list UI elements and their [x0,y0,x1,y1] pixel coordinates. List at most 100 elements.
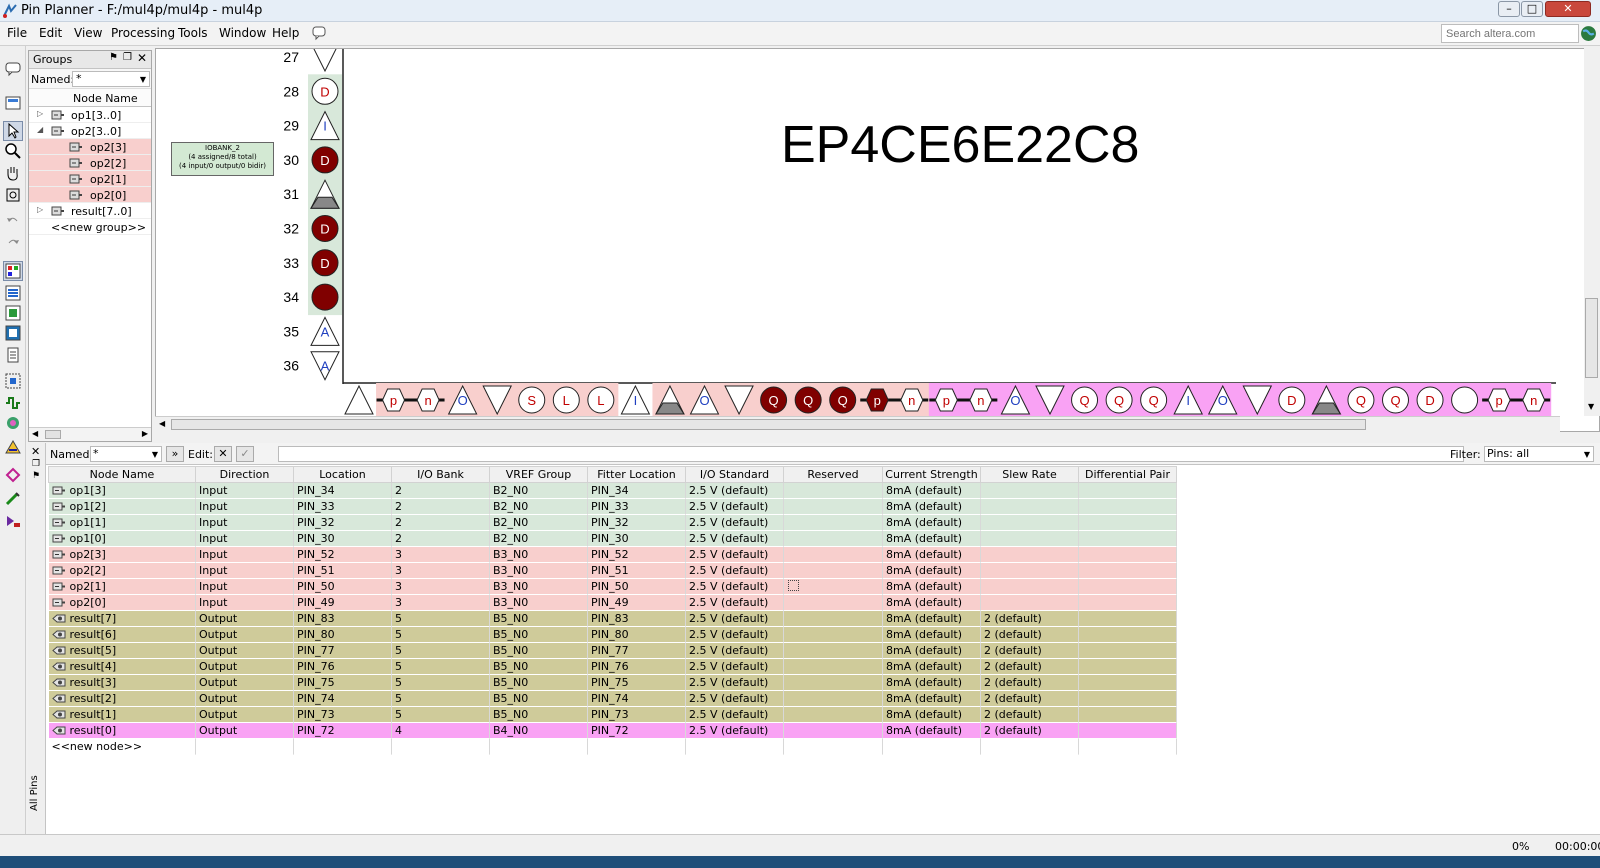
menu-window[interactable]: Window [219,26,266,40]
table-row[interactable]: result[7] Output PIN_83 5 B5_N0 PIN_83 2.5 V (… [48,610,1177,627]
table-cell[interactable] [980,578,1079,595]
table-cell[interactable] [1078,658,1177,675]
table-cell[interactable] [980,514,1079,531]
table-cell[interactable]: PIN_83 [587,610,686,627]
table-cell[interactable]: 8mA (default) [882,690,981,707]
table-cell[interactable]: op2[1] [48,578,196,595]
table-cell[interactable]: B5_N0 [489,690,588,707]
table-row[interactable]: result[3] Output PIN_75 5 B5_N0 PIN_75 2.5 V (… [48,674,1177,691]
table-cell[interactable] [391,738,490,755]
group-item[interactable]: ◢ op2[3..0] [29,123,151,139]
table-cell[interactable]: Output [195,658,294,675]
table-cell[interactable]: PIN_80 [587,626,686,643]
table-cell[interactable]: Input [195,498,294,515]
accept-edit-button[interactable]: ✓ [236,446,254,462]
group-item[interactable]: ▷ result[7..0] [29,203,151,219]
table-cell[interactable] [783,498,883,515]
redo-icon[interactable] [4,234,22,252]
table-cell[interactable]: <<new node>> [48,738,196,755]
pin-circle[interactable]: D [311,146,339,174]
table-cell[interactable] [1078,594,1177,611]
table-cell[interactable]: 2 (default) [980,626,1079,643]
table-cell[interactable]: PIN_77 [587,642,686,659]
table-row[interactable]: result[6] Output PIN_80 5 B5_N0 PIN_80 2.5 V (… [48,626,1177,643]
table-cell[interactable]: op2[3] [48,546,196,563]
table-cell[interactable]: 8mA (default) [882,530,981,547]
table-row[interactable]: result[2] Output PIN_74 5 B5_N0 PIN_74 2.5 V (… [48,690,1177,707]
early-planning-icon[interactable] [4,438,22,456]
table-cell[interactable]: 2.5 V (default) [685,690,784,707]
table-cell[interactable] [1078,706,1177,723]
scroll-thumb[interactable] [171,419,1366,430]
table-cell[interactable]: result[1] [48,706,196,723]
table-cell[interactable] [980,498,1079,515]
column-header[interactable]: Fitter Location [587,466,686,483]
table-cell[interactable]: 2.5 V (default) [685,626,784,643]
globe-icon[interactable] [1580,25,1597,42]
table-cell[interactable]: PIN_30 [293,530,392,547]
table-cell[interactable]: result[6] [48,626,196,643]
table-cell[interactable]: PIN_77 [293,642,392,659]
pin-panel-icon[interactable]: ⚑ [32,471,40,481]
table-cell[interactable]: 8mA (default) [882,674,981,691]
minimize-button[interactable]: – [1498,1,1520,17]
table-cell[interactable]: 5 [391,626,490,643]
table-cell[interactable]: PIN_75 [587,674,686,691]
table-cell[interactable]: PIN_52 [587,546,686,563]
pin-circle[interactable] [311,283,339,311]
column-header[interactable]: Direction [195,466,294,483]
menu-processing[interactable]: Processing [111,26,175,40]
group-item[interactable]: <<new group>> [29,219,151,235]
table-cell[interactable]: 2.5 V (default) [685,562,784,579]
table-row[interactable]: op1[3] Input PIN_34 2 B2_N0 PIN_34 2.5 V (defa… [48,482,1177,499]
table-cell[interactable]: Output [195,706,294,723]
menu-help[interactable]: Help [272,26,299,40]
node-name-column-header[interactable]: Node Name [29,89,151,107]
table-cell[interactable]: op1[3] [48,482,196,499]
table-cell[interactable] [783,610,883,627]
table-cell[interactable] [980,738,1079,755]
table-cell[interactable] [980,530,1079,547]
table-cell[interactable]: B5_N0 [489,642,588,659]
table-cell[interactable]: 8mA (default) [882,722,981,739]
table-cell[interactable]: Input [195,482,294,499]
table-cell[interactable] [1078,546,1177,563]
table-row[interactable]: op2[1] Input PIN_50 3 B3_N0 PIN_50 2.5 V (defa… [48,578,1177,595]
menu-view[interactable]: View [74,26,102,40]
group-item[interactable]: op2[3] [29,139,151,155]
pin-hex[interactable]: p [865,388,889,412]
table-cell[interactable]: 8mA (default) [882,658,981,675]
table-cell[interactable] [685,738,784,755]
table-cell[interactable]: 8mA (default) [882,578,981,595]
table-cell[interactable] [489,738,588,755]
table-cell[interactable]: PIN_51 [587,562,686,579]
table-cell[interactable] [1078,738,1177,755]
table-cell[interactable]: PIN_51 [293,562,392,579]
chip-horizontal-scrollbar[interactable]: ◀ [155,416,1560,432]
table-cell[interactable]: PIN_76 [293,658,392,675]
table-cell[interactable]: PIN_52 [293,546,392,563]
scroll-left-icon[interactable]: ◀ [159,419,165,428]
table-cell[interactable] [1078,642,1177,659]
table-cell[interactable]: 8mA (default) [882,482,981,499]
table-cell[interactable]: B3_N0 [489,546,588,563]
scroll-thumb[interactable] [45,430,61,439]
table-cell[interactable]: 5 [391,610,490,627]
table-cell[interactable]: PIN_80 [293,626,392,643]
table-cell[interactable] [1078,626,1177,643]
table-cell[interactable]: PIN_76 [587,658,686,675]
table-cell[interactable] [1078,610,1177,627]
table-cell[interactable]: PIN_49 [293,594,392,611]
table-cell[interactable]: 2.5 V (default) [685,514,784,531]
table-cell[interactable]: 4 [391,722,490,739]
pin-hex[interactable]: p [382,388,406,412]
table-cell[interactable] [882,738,981,755]
table-cell[interactable]: 2 [391,530,490,547]
column-header[interactable]: VREF Group [489,466,588,483]
pin-circle[interactable]: D [311,249,339,277]
column-header[interactable]: I/O Standard [685,466,784,483]
table-cell[interactable]: op1[0] [48,530,196,547]
table-cell[interactable]: 8mA (default) [882,562,981,579]
pin-circle[interactable]: Q [1382,386,1409,414]
table-cell[interactable]: 8mA (default) [882,514,981,531]
